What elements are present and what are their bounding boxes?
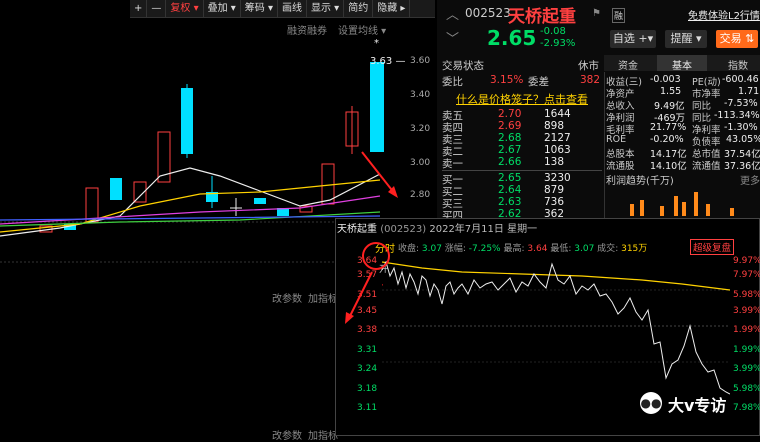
flag-icon[interactable]: ⚑ bbox=[592, 8, 601, 19]
chevron-down-icon[interactable]: ﹀ bbox=[446, 28, 459, 47]
fund-row: 毛利率 21.77% 净利率 -1.30% bbox=[606, 122, 758, 136]
order-book: 卖五 2.70 1644 卖四 2.69 898 卖三 2.68 2127 卖二 2.67 10… bbox=[442, 108, 602, 228]
axis-label-1: 3.40 bbox=[410, 90, 431, 100]
market-status: 休市 bbox=[578, 60, 599, 72]
add-indicator-link[interactable]: 加指标 bbox=[308, 290, 338, 305]
price-cage-link[interactable]: 什么是价格笼子？点击查看 bbox=[456, 91, 588, 107]
more-link[interactable]: 更多 bbox=[740, 172, 760, 187]
fund-row: 总股本 14.17亿 总市值 37.54亿 bbox=[606, 149, 760, 160]
axis-label-0: 3.60 bbox=[410, 56, 431, 66]
l2-trial-link[interactable]: 免费体验L2行情 bbox=[688, 7, 760, 22]
add-watchlist-button[interactable]: 自选 +▾ bbox=[610, 30, 656, 48]
min-r-8: 7.98% bbox=[733, 403, 760, 413]
min-r-3: 3.99% bbox=[733, 306, 760, 316]
super-review-button[interactable]: 超级复盘 bbox=[690, 239, 735, 255]
min-r-5: 1.99% bbox=[733, 345, 760, 355]
axis-label-3: 3.00 bbox=[410, 158, 431, 168]
watermark-text: 大v专访 bbox=[668, 396, 727, 415]
price-change: -0.08 -2.93% bbox=[540, 26, 576, 49]
kline-high-label: 3.63 — bbox=[370, 56, 406, 67]
fund-row: 净资产 1.55 市净率 1.71 bbox=[606, 86, 760, 100]
fundamentals-table: 收益(三) -0.003 PE(动) -600.46 净资产 1.55 市净率 1.71 总… bbox=[606, 74, 760, 172]
adjust-button[interactable]: 复权 ▾ bbox=[166, 0, 204, 18]
hide-button[interactable]: 隐藏 ▸ bbox=[373, 0, 411, 18]
fund-row: 净利润 -469万 同比 -113.34% bbox=[606, 110, 760, 124]
current-price: 2.65 bbox=[487, 26, 537, 50]
annotation-arrow bbox=[345, 271, 373, 324]
trade-button[interactable]: 交易 ⇅ bbox=[716, 30, 758, 48]
intraday-title: 天桥起重 (002523) 2022年7月11日 星期一 bbox=[337, 224, 538, 235]
min-y-8: 3.11 bbox=[357, 403, 378, 413]
min-y-7: 3.18 bbox=[357, 384, 378, 394]
profit-bars bbox=[630, 192, 734, 216]
zoom-out-button[interactable]: — bbox=[147, 0, 167, 18]
highlight-circle bbox=[362, 242, 390, 270]
margin-tag: 融 bbox=[612, 8, 626, 23]
kline-star: * bbox=[374, 38, 379, 49]
ask-row-1: 卖一 2.66 138 bbox=[442, 156, 565, 170]
ma-settings-label[interactable]: 设置均线 ▾ bbox=[338, 22, 386, 37]
intraday-stats: 收盘: 3.07 涨幅: -7.25% 最高: 3.64 最低: 3.07 成交… bbox=[398, 244, 648, 254]
chevron-up-icon[interactable]: ︿ bbox=[446, 4, 459, 23]
tab-capital[interactable]: 资金 bbox=[618, 57, 638, 72]
min-r-4: 1.99% bbox=[733, 325, 760, 335]
edit-params-link-2[interactable]: 改参数 bbox=[272, 427, 302, 442]
alert-button[interactable]: 提醒 ▾ bbox=[665, 30, 707, 48]
simple-button[interactable]: 简约 bbox=[344, 0, 374, 18]
draw-line-button[interactable]: 画线 bbox=[278, 0, 307, 18]
price-line bbox=[382, 260, 730, 395]
edit-params-link[interactable]: 改参数 bbox=[272, 290, 302, 305]
financing-label[interactable]: 融资融券 bbox=[287, 22, 327, 37]
fund-row: ROE -0.20% 负债率 43.05% bbox=[606, 134, 760, 148]
fund-row: 流通股 14.10亿 流通值 37.36亿 bbox=[606, 161, 760, 172]
axis-label-4: 2.80 bbox=[410, 190, 431, 200]
order-diff-label: 委差 bbox=[528, 76, 549, 88]
display-button[interactable]: 显示 ▾ bbox=[307, 0, 345, 18]
min-r-7: 5.98% bbox=[733, 384, 760, 394]
stock-code: 002523 bbox=[465, 6, 511, 20]
tab-index[interactable]: 指数 bbox=[728, 57, 748, 72]
stock-name: 天桥起重 bbox=[508, 7, 576, 27]
min-r-6: 3.99% bbox=[733, 364, 760, 374]
tab-basic[interactable]: 基本 bbox=[672, 57, 692, 72]
min-r-1: 7.97% bbox=[733, 270, 760, 280]
min-y-5: 3.31 bbox=[357, 345, 378, 355]
wechat-icon: ●● bbox=[640, 392, 662, 414]
fund-row: 收益(三) -0.003 PE(动) -600.46 bbox=[606, 74, 759, 88]
axis-label-2: 3.20 bbox=[410, 124, 431, 134]
order-ratio-value: 3.15% bbox=[490, 74, 524, 86]
profit-trend-title: 利润趋势(千万) bbox=[606, 176, 674, 187]
chips-button[interactable]: 筹码 ▾ bbox=[241, 0, 278, 18]
min-y-6: 3.24 bbox=[357, 364, 378, 374]
zoom-in-button[interactable]: + bbox=[130, 0, 148, 18]
fund-row: 总收入 9.49亿 同比 -7.53% bbox=[606, 98, 758, 112]
chart-toolbar: + — 复权 ▾ 叠加 ▾ 筹码 ▾ 画线 显示 ▾ 简约 隐藏 ▸ bbox=[130, 0, 435, 18]
min-r-2: 5.98% bbox=[733, 290, 760, 300]
overlay-button[interactable]: 叠加 ▾ bbox=[204, 0, 241, 18]
order-ratio-label: 委比 bbox=[442, 76, 463, 88]
candles bbox=[39, 62, 384, 233]
moving-averages bbox=[0, 167, 381, 237]
order-diff-value: 382 bbox=[580, 74, 601, 86]
min-y-4: 3.38 bbox=[357, 325, 378, 335]
trade-status-label: 交易状态 bbox=[442, 60, 484, 72]
add-indicator-link-2[interactable]: 加指标 bbox=[308, 427, 338, 442]
min-r-0: 9.97% bbox=[733, 256, 760, 266]
